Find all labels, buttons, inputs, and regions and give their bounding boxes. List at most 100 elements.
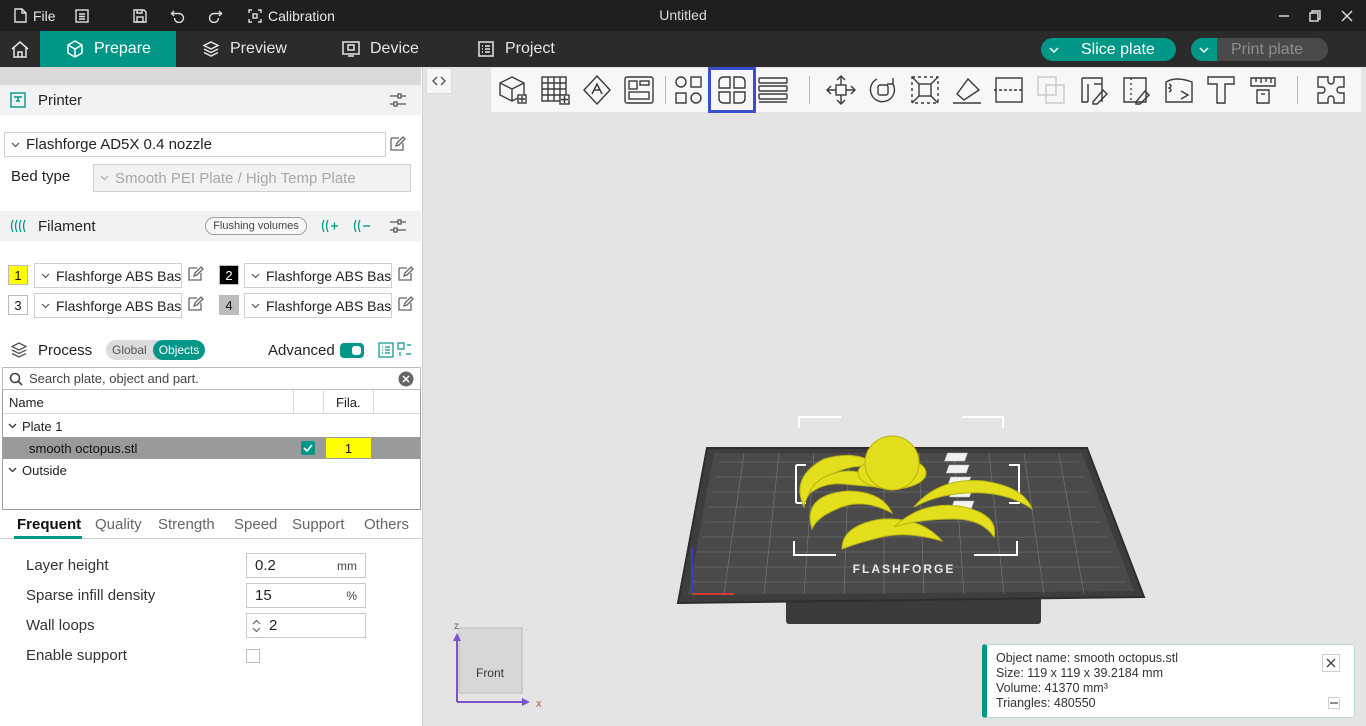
filament-4-select[interactable]: Flashforge ABS Basic xyxy=(244,293,392,318)
3d-viewport[interactable]: Front x z FLASHFORGE xyxy=(424,67,1366,726)
tab-support[interactable]: Support xyxy=(292,516,345,533)
tab-prepare[interactable]: Prepare xyxy=(40,31,176,67)
rotate-tool[interactable] xyxy=(863,70,903,110)
seam-paint-tool[interactable] xyxy=(1117,70,1157,110)
stepper-arrows-icon[interactable] xyxy=(252,618,261,634)
slice-dropdown[interactable] xyxy=(1041,38,1067,61)
minimize-button[interactable] xyxy=(1278,0,1290,31)
tab-device[interactable]: Device xyxy=(316,31,450,67)
collapse-sidebar-button[interactable] xyxy=(426,68,452,94)
col-name[interactable]: Name xyxy=(9,395,44,410)
filament-2-swatch[interactable]: 2 xyxy=(219,265,239,285)
edit-filament-4-icon[interactable] xyxy=(396,295,414,313)
move-tool[interactable] xyxy=(821,70,861,110)
objects-option[interactable]: Objects xyxy=(152,340,206,360)
add-object-button[interactable] xyxy=(493,70,533,110)
measure-tool[interactable] xyxy=(1243,70,1283,110)
cut-tool[interactable] xyxy=(989,70,1029,110)
split-objects-button[interactable] xyxy=(669,70,709,110)
edit-printer-icon[interactable] xyxy=(388,135,406,153)
close-window-button[interactable] xyxy=(1341,0,1353,31)
edit-filament-2-icon[interactable] xyxy=(396,265,414,283)
bed-type-select[interactable]: Smooth PEI Plate / High Temp Plate xyxy=(93,164,411,192)
advanced-toggle[interactable] xyxy=(340,343,364,358)
layers-button[interactable] xyxy=(753,70,793,110)
swap-ab-icon[interactable] xyxy=(397,342,413,358)
tab-strength[interactable]: Strength xyxy=(158,516,215,533)
tab-frequent[interactable]: Frequent xyxy=(17,516,81,533)
object-visible-checkbox[interactable] xyxy=(301,441,315,455)
minimize-icon xyxy=(1279,14,1289,17)
filament-settings-icon[interactable] xyxy=(389,218,407,234)
slice-plate-button[interactable]: Slice plate xyxy=(1041,38,1176,61)
tree-row-object[interactable]: smooth octopus.stl 1 xyxy=(3,437,420,459)
print-plate-button[interactable]: Print plate xyxy=(1191,38,1328,61)
filament-2-select[interactable]: Flashforge ABS Basic xyxy=(244,263,392,288)
printer-settings-icon[interactable] xyxy=(389,92,407,108)
view-cube[interactable]: Front x z xyxy=(453,621,542,710)
lay-on-face-tool[interactable] xyxy=(947,70,987,110)
compare-icon[interactable] xyxy=(378,342,394,358)
file-menu[interactable]: File xyxy=(14,0,56,31)
tree-row-plate[interactable]: Plate 1 xyxy=(3,415,420,437)
col-fila[interactable]: Fila. xyxy=(336,395,361,410)
filament-3-select[interactable]: Flashforge ABS Basic xyxy=(34,293,182,318)
arrange-button[interactable] xyxy=(619,70,659,110)
filament-3-swatch[interactable]: 3 xyxy=(8,295,28,315)
remove-filament-icon[interactable] xyxy=(353,218,371,234)
file-menu-label: File xyxy=(33,7,56,24)
assembly-tool[interactable] xyxy=(1311,70,1351,110)
filament-4-swatch[interactable]: 4 xyxy=(219,295,239,315)
add-filament-icon[interactable] xyxy=(321,218,339,234)
sparse-infill-field[interactable]: 15 % xyxy=(246,583,366,608)
enable-support-checkbox[interactable] xyxy=(246,649,260,663)
tree-row-outside[interactable]: Outside xyxy=(3,459,420,481)
undo-button[interactable] xyxy=(170,0,185,31)
process-layers-icon xyxy=(10,342,28,358)
tab-quality[interactable]: Quality xyxy=(95,516,142,533)
auto-orient-button[interactable] xyxy=(577,70,617,110)
print-dropdown[interactable] xyxy=(1191,38,1217,61)
tab-others[interactable]: Others xyxy=(364,516,409,533)
filament-1-select[interactable]: Flashforge ABS Basic xyxy=(34,263,182,288)
chevron-down-icon xyxy=(8,423,17,429)
sparse-infill-unit: % xyxy=(346,588,357,603)
close-info-button[interactable] xyxy=(1322,654,1340,672)
minimize-info-button[interactable] xyxy=(1328,697,1340,709)
wall-loops-stepper[interactable]: 2 xyxy=(246,613,366,638)
object-filament-badge[interactable]: 1 xyxy=(326,438,371,458)
split-parts-button[interactable] xyxy=(708,67,756,113)
object-search-field[interactable]: Search plate, object and part. xyxy=(2,367,421,390)
calibration-menu[interactable]: Calibration xyxy=(248,0,335,31)
add-plate-button[interactable] xyxy=(535,70,575,110)
edit-filament-3-icon[interactable] xyxy=(186,295,204,313)
orient-icon xyxy=(583,74,611,106)
tab-speed[interactable]: Speed xyxy=(234,516,277,533)
text-tool[interactable] xyxy=(1201,70,1241,110)
printer-select[interactable]: Flashforge AD5X 0.4 nozzle xyxy=(4,132,386,157)
flushing-volumes-button[interactable]: Flushing volumes xyxy=(205,217,307,235)
edit-filament-1-icon[interactable] xyxy=(186,265,204,283)
support-paint-tool[interactable] xyxy=(1075,70,1115,110)
filament-1-swatch[interactable]: 1 xyxy=(8,265,28,285)
redo-button[interactable] xyxy=(208,0,223,31)
process-tabs: Frequent Quality Strength Speed Support … xyxy=(0,514,421,539)
calibration-icon xyxy=(248,8,262,23)
home-button[interactable] xyxy=(0,31,40,67)
filament-4-name: Flashforge ABS Basic xyxy=(266,297,392,314)
fuzzy-skin-tool[interactable] xyxy=(1159,70,1199,110)
menu-button[interactable] xyxy=(75,0,89,31)
layer-height-field[interactable]: 0.2 mm xyxy=(246,553,366,578)
global-option[interactable]: Global xyxy=(106,340,153,360)
menu-icon xyxy=(75,8,89,23)
maximize-button[interactable] xyxy=(1309,0,1321,31)
process-scope-toggle[interactable]: Global Objects xyxy=(106,340,206,360)
clear-search-icon[interactable] xyxy=(398,371,414,387)
boolean-tool[interactable] xyxy=(1031,70,1071,110)
tab-preview[interactable]: Preview xyxy=(176,31,310,67)
undo-icon xyxy=(170,10,185,23)
tab-project[interactable]: Project xyxy=(451,31,585,67)
save-button[interactable] xyxy=(133,0,147,31)
settings-sidebar: Printer Flashforge AD5X 0.4 nozzle Bed t… xyxy=(0,67,423,726)
scale-tool[interactable] xyxy=(905,70,945,110)
